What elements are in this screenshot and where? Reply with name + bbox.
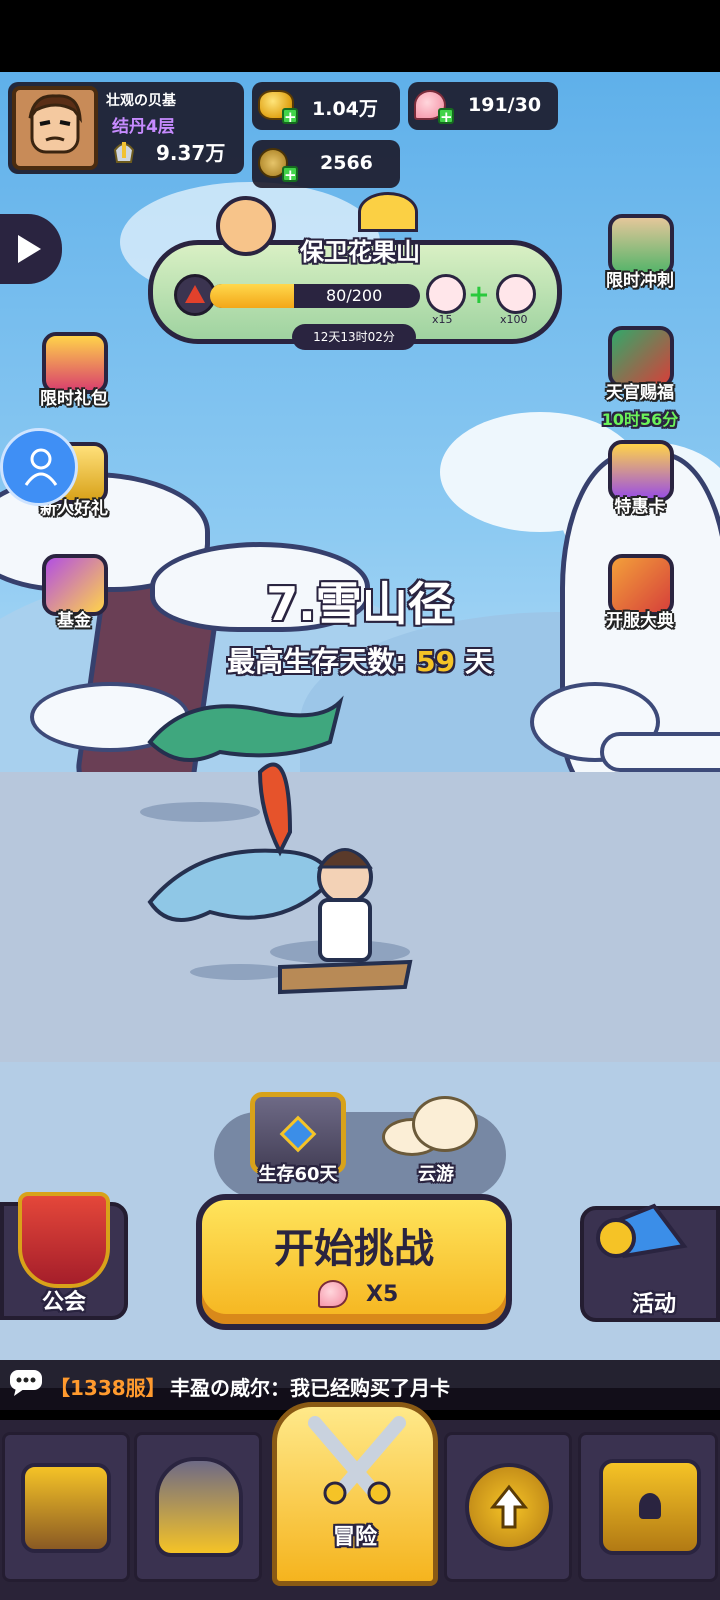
add-copper-icon[interactable]: + xyxy=(282,166,298,183)
activity-label: 活动 xyxy=(631,1292,676,1317)
cloud-travel-label: 云游 xyxy=(418,1164,454,1185)
chest-gem-icon xyxy=(279,1115,317,1153)
event-progress-bar xyxy=(210,284,420,308)
stage-name: 7.雪山径 xyxy=(266,577,454,631)
nav-treasure[interactable] xyxy=(578,1432,718,1582)
peach-value: 191/30 xyxy=(468,94,542,116)
nav-adventure[interactable]: 冒险 xyxy=(272,1402,438,1586)
heavenly-blessing-button[interactable]: 天官赐福 xyxy=(590,326,690,418)
chat-message: 丰盈の威尔：我已经购买了月卡 xyxy=(170,1376,450,1400)
peach-cost-icon xyxy=(318,1280,348,1308)
add-gold-icon[interactable]: + xyxy=(282,108,298,125)
player-name: 壮观の贝基 xyxy=(106,93,176,109)
play-arrow-icon xyxy=(18,235,41,263)
horn-icon xyxy=(594,1186,694,1276)
game-screen: 壮观の贝基 结丹4层 9.37万 + 1.04万 + 191/30 + 2566… xyxy=(0,0,720,1600)
blessing-timer: 10时56分 xyxy=(601,410,679,429)
keyhole-icon xyxy=(639,1493,661,1519)
snow-mound xyxy=(600,732,720,772)
palace-icon xyxy=(21,1463,111,1553)
activity-button[interactable]: 活动 xyxy=(580,1203,720,1322)
server-ceremony-button[interactable]: 开服大典 xyxy=(590,554,690,646)
nav-home[interactable] xyxy=(2,1432,130,1582)
nav-upgrade[interactable] xyxy=(444,1432,572,1582)
event-title: 保卫花果山 xyxy=(300,238,420,266)
avatar[interactable] xyxy=(12,86,98,170)
player-power: 9.37万 xyxy=(156,141,226,165)
reward-peach-icon[interactable] xyxy=(426,274,466,314)
bottom-nav: 冒险 xyxy=(0,1402,720,1600)
start-challenge-label: 开始挑战 xyxy=(274,1226,434,1272)
chat-bubble-icon xyxy=(10,1370,42,1396)
event-progress-fill xyxy=(210,284,294,308)
server-ceremony-label: 开服大典 xyxy=(606,611,674,631)
best-survival-label: 最高生存天数: xyxy=(227,645,407,678)
plus-icon: + xyxy=(468,280,490,310)
event-timer: 12天13时02分 xyxy=(292,324,416,350)
limited-sprint-button[interactable]: 限时冲刺 xyxy=(590,214,690,306)
floating-assistant-button[interactable] xyxy=(0,428,78,506)
limited-gift-pack-button[interactable]: 限时礼包 xyxy=(24,332,124,424)
sun-icon xyxy=(358,192,418,232)
chat-server: 【1338服】 xyxy=(50,1376,166,1400)
add-peach-icon[interactable]: + xyxy=(438,108,454,125)
special-card-label: 特惠卡 xyxy=(614,497,666,517)
avatar-face-icon xyxy=(28,94,82,154)
reward-1-count: x15 xyxy=(432,313,453,326)
treasure-chest-icon xyxy=(599,1459,701,1555)
crossed-swords-icon xyxy=(308,1416,406,1505)
guild-banner-icon xyxy=(18,1192,110,1288)
helmet-icon xyxy=(155,1457,243,1557)
gold-value: 1.04万 xyxy=(312,98,378,120)
cloud-icon xyxy=(412,1096,478,1152)
nav-adventure-label: 冒险 xyxy=(332,1525,377,1550)
limited-sprint-label: 限时冲刺 xyxy=(606,271,674,291)
cloud-travel-button[interactable] xyxy=(382,1096,494,1156)
hero-with-fish-companions xyxy=(140,695,413,995)
special-card-button[interactable]: 特惠卡 xyxy=(590,440,690,532)
survival-chest-label: 生存60天 xyxy=(258,1164,338,1185)
copper-value: 2566 xyxy=(320,152,373,174)
fund-label: 基金 xyxy=(57,611,91,631)
gold-counter[interactable]: + 1.04万 xyxy=(252,82,400,130)
copper-counter[interactable]: + 2566 xyxy=(252,140,400,188)
upgrade-arrow-icon xyxy=(465,1463,553,1551)
guild-button[interactable]: 公会 xyxy=(0,1192,128,1320)
player-card[interactable]: 壮观の贝基 结丹4层 9.37万 xyxy=(8,82,244,174)
fund-button[interactable]: 基金 xyxy=(24,554,124,646)
guild-label: 公会 xyxy=(41,1290,86,1315)
gift-pack-label: 限时礼包 xyxy=(40,389,108,409)
peach-stamina-counter[interactable]: + 191/30 xyxy=(408,82,558,130)
best-survival-value: 59 xyxy=(416,645,456,678)
best-survival: 最高生存天数: 59 天 xyxy=(160,640,560,680)
reward-peach-icon[interactable] xyxy=(496,274,536,314)
challenge-cost: X5 xyxy=(366,1282,399,1307)
heavenly-blessing-label: 天官赐福 xyxy=(606,383,674,403)
start-challenge-button[interactable]: 开始挑战 X5 xyxy=(196,1194,512,1330)
power-helmet-icon xyxy=(112,138,136,164)
player-realm: 结丹4层 xyxy=(112,117,175,137)
reward-2-count: x100 xyxy=(500,313,528,326)
event-progress-text: 80/200 xyxy=(326,286,383,305)
best-survival-unit: 天 xyxy=(464,645,493,678)
nav-equipment[interactable] xyxy=(134,1432,262,1582)
user-icon xyxy=(24,448,58,486)
